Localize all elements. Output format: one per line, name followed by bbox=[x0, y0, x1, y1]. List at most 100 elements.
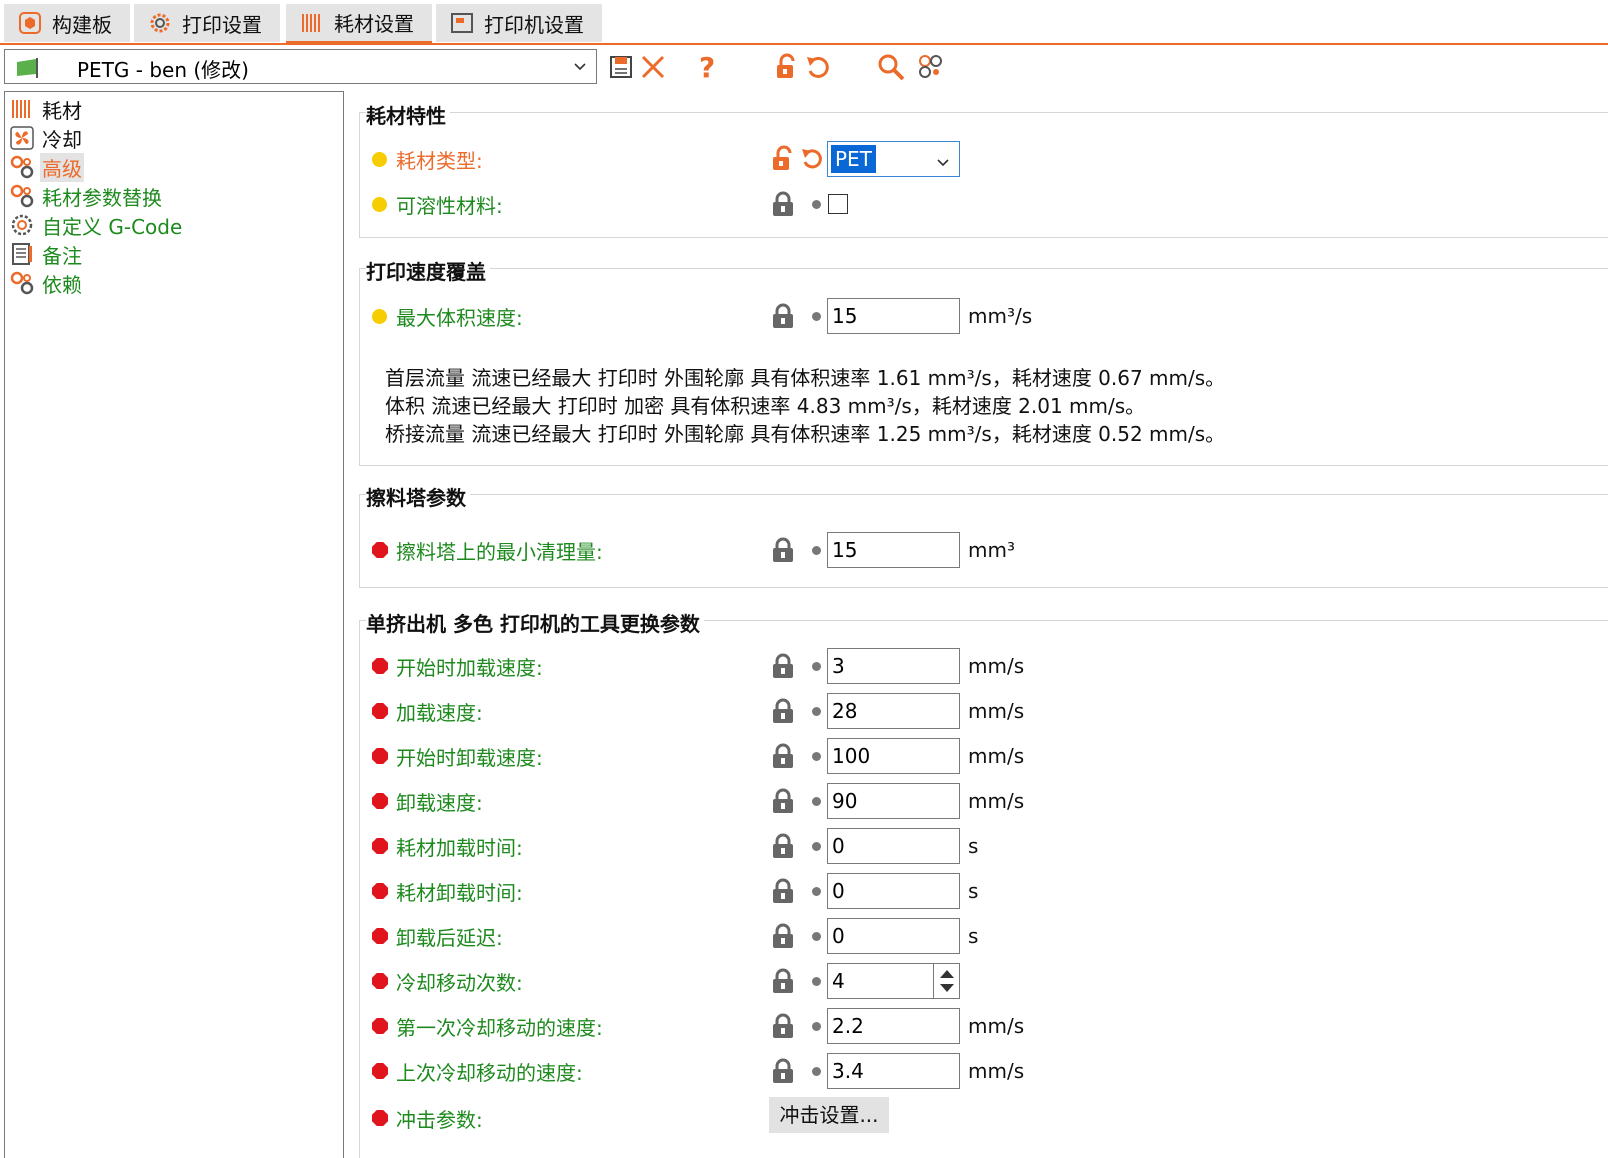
default-value-dot[interactable] bbox=[812, 797, 821, 806]
tab-plater[interactable]: 构建板 bbox=[4, 4, 130, 42]
default-value-dot[interactable] bbox=[812, 312, 821, 321]
flag-icon bbox=[15, 56, 41, 85]
filament-type-select[interactable]: PET bbox=[827, 141, 960, 177]
default-value-dot[interactable] bbox=[812, 1022, 821, 1031]
tree-item-cooling[interactable]: 冷却 bbox=[10, 124, 84, 152]
max-volumetric-speed-input[interactable]: 15 bbox=[827, 298, 960, 334]
tree-item-filament-overrides[interactable]: 耗材参数替换 bbox=[10, 182, 164, 210]
soluble-checkbox[interactable] bbox=[828, 194, 848, 214]
unit-label: mm/s bbox=[968, 699, 1025, 723]
spool-icon bbox=[300, 11, 324, 35]
tree-item-advanced[interactable]: 高级 bbox=[10, 152, 84, 182]
delete-preset-button[interactable] bbox=[636, 50, 670, 84]
lock-icon[interactable] bbox=[770, 877, 796, 905]
group-title: 擦料塔参数 bbox=[366, 482, 470, 511]
default-value-dot[interactable] bbox=[812, 977, 821, 986]
field-value: 100 bbox=[832, 744, 871, 768]
field-value: 2.2 bbox=[832, 1014, 864, 1038]
setting-label: 耗材加载时间: bbox=[396, 836, 523, 860]
mode-simple-icon bbox=[372, 309, 387, 324]
tab-label: 打印设置 bbox=[182, 12, 262, 37]
min-purge-input[interactable]: 15 bbox=[827, 532, 960, 568]
tree-item-label: 自定义 G-Code bbox=[42, 214, 183, 239]
default-value-dot[interactable] bbox=[812, 200, 821, 209]
setting-value-input[interactable]: 0 bbox=[827, 828, 960, 864]
question-icon: ? bbox=[699, 52, 715, 82]
default-value-dot[interactable] bbox=[812, 887, 821, 896]
flow-info-line: 桥接流量 流速已经最大 打印时 外围轮廓 具有体积速率 1.25 mm³/s，耗… bbox=[385, 422, 1226, 446]
mode-expert-icon bbox=[372, 1018, 388, 1034]
lock-icon[interactable] bbox=[770, 922, 796, 950]
tree-item-label: 高级 bbox=[40, 152, 84, 182]
preset-value: PETG - ben (修改) bbox=[77, 58, 249, 82]
setting-value-input[interactable]: 3 bbox=[827, 648, 960, 684]
field-value: 4 bbox=[832, 969, 845, 993]
setting-label: 卸载速度: bbox=[396, 791, 483, 815]
flow-info-line: 体积 流速已经最大 打印时 加密 具有体积速率 4.83 mm³/s，耗材速度 … bbox=[385, 394, 1146, 418]
lock-icon[interactable] bbox=[770, 536, 796, 564]
lock-icon[interactable] bbox=[770, 1012, 796, 1040]
mode-expert-icon bbox=[372, 883, 388, 899]
compare-presets-button[interactable] bbox=[914, 50, 948, 84]
mode-expert-icon bbox=[372, 793, 388, 809]
compare-icon bbox=[919, 55, 942, 78]
ramming-settings-button[interactable]: 冲击设置... bbox=[769, 1097, 889, 1133]
unit-label: mm/s bbox=[968, 789, 1025, 813]
unlock-toggle-button[interactable] bbox=[770, 50, 804, 84]
setting-value-input[interactable]: 0 bbox=[827, 918, 960, 954]
tab-filament-settings[interactable]: 耗材设置 bbox=[286, 4, 432, 44]
lock-icon[interactable] bbox=[770, 652, 796, 680]
unit-label: s bbox=[968, 924, 979, 948]
setting-label: 可溶性材料: bbox=[396, 194, 503, 218]
lock-icon[interactable] bbox=[770, 742, 796, 770]
spin-up-icon[interactable] bbox=[940, 970, 954, 978]
undo-arrow-icon[interactable] bbox=[800, 145, 824, 178]
tab-label: 打印机设置 bbox=[484, 12, 584, 37]
tree-item-filament[interactable]: 耗材 bbox=[10, 95, 84, 123]
default-value-dot[interactable] bbox=[812, 662, 821, 671]
setting-value-input[interactable]: 2.2 bbox=[827, 1008, 960, 1044]
reset-all-button[interactable] bbox=[800, 50, 834, 84]
search-icon bbox=[878, 54, 905, 81]
notes-icon bbox=[10, 242, 34, 266]
setting-value-input[interactable]: 90 bbox=[827, 783, 960, 819]
lock-icon[interactable] bbox=[770, 832, 796, 860]
setting-label: 耗材类型: bbox=[396, 149, 483, 173]
default-value-dot[interactable] bbox=[812, 752, 821, 761]
mode-expert-icon bbox=[372, 973, 388, 989]
default-value-dot[interactable] bbox=[812, 546, 821, 555]
spin-down-icon[interactable] bbox=[940, 984, 954, 992]
tree-item-label: 备注 bbox=[42, 243, 82, 268]
setting-value-input[interactable]: 0 bbox=[827, 873, 960, 909]
lock-icon[interactable] bbox=[770, 967, 796, 995]
search-button[interactable] bbox=[874, 50, 908, 84]
save-preset-button[interactable] bbox=[604, 50, 638, 84]
default-value-dot[interactable] bbox=[812, 842, 821, 851]
unit-label: mm/s bbox=[968, 744, 1025, 768]
setting-value-input[interactable]: 100 bbox=[827, 738, 960, 774]
tree-item-custom-gcode[interactable]: 自定义 G-Code bbox=[10, 211, 184, 239]
lock-icon[interactable] bbox=[770, 1057, 796, 1085]
setting-value-input[interactable]: 3.4 bbox=[827, 1053, 960, 1089]
chevron-down-icon bbox=[572, 57, 588, 82]
lock-icon[interactable] bbox=[770, 190, 796, 218]
tree-item-label: 耗材 bbox=[42, 98, 82, 123]
preset-select[interactable]: PETG - ben (修改) bbox=[4, 49, 597, 84]
lock-icon[interactable] bbox=[770, 697, 796, 725]
tab-printer-settings[interactable]: 打印机设置 bbox=[436, 4, 602, 42]
tab-print-settings[interactable]: 打印设置 bbox=[134, 4, 280, 42]
lock-icon[interactable] bbox=[770, 787, 796, 815]
default-value-dot[interactable] bbox=[812, 932, 821, 941]
tree-item-dependencies[interactable]: 依赖 bbox=[10, 269, 84, 297]
tree-item-label: 耗材参数替换 bbox=[42, 185, 162, 210]
spin-buttons[interactable] bbox=[933, 964, 959, 998]
tree-item-notes[interactable]: 备注 bbox=[10, 240, 84, 268]
mode-expert-icon bbox=[372, 703, 388, 719]
help-button[interactable]: ? bbox=[690, 50, 724, 84]
unlock-icon[interactable] bbox=[770, 145, 796, 173]
setting-value-input[interactable]: 28 bbox=[827, 693, 960, 729]
default-value-dot[interactable] bbox=[812, 707, 821, 716]
lock-icon[interactable] bbox=[770, 302, 796, 330]
default-value-dot[interactable] bbox=[812, 1067, 821, 1076]
cooling-moves-spinner[interactable]: 4 bbox=[827, 963, 960, 999]
